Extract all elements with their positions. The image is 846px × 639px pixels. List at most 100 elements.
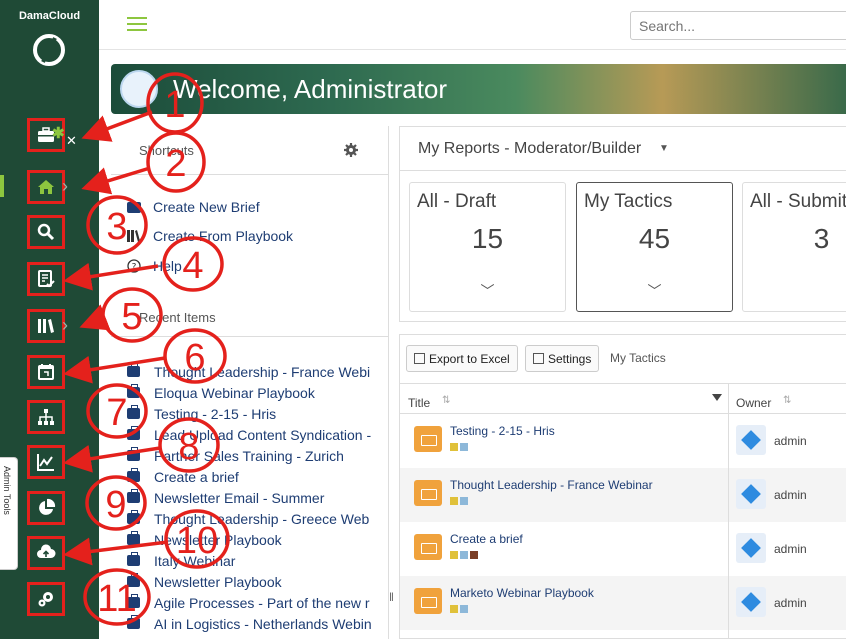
report-card-label: My Tactics bbox=[584, 191, 673, 212]
recent-item[interactable]: Create a brief bbox=[127, 467, 375, 486]
settings-button[interactable] bbox=[27, 582, 65, 616]
recent-item-label: Eloqua Webinar Playbook bbox=[154, 384, 315, 401]
column-header-owner[interactable]: Owner bbox=[736, 396, 771, 410]
report-card-value: 45 bbox=[638, 223, 671, 254]
brand-name: DamaCloud bbox=[18, 10, 81, 22]
view-name: My Tactics bbox=[610, 351, 666, 365]
brief-icon bbox=[127, 447, 140, 461]
search-input[interactable] bbox=[630, 11, 846, 40]
tactic-icon bbox=[414, 480, 442, 506]
chevron-down-icon[interactable]: ﹀ bbox=[410, 281, 565, 301]
owner-avatar-icon bbox=[736, 533, 766, 563]
gears-icon bbox=[38, 592, 53, 607]
brief-icon bbox=[127, 573, 140, 587]
close-icon[interactable]: ✕ bbox=[66, 133, 77, 149]
calendar-button[interactable] bbox=[27, 355, 65, 389]
report-card-label: All - Submit bbox=[750, 191, 846, 212]
active-indicator bbox=[0, 175, 4, 197]
recent-item[interactable]: Thought Leadership - Greece Web bbox=[127, 509, 375, 528]
brief-icon bbox=[127, 594, 140, 608]
pie-chart-icon bbox=[39, 498, 56, 515]
shortcut-help[interactable]: ? Help bbox=[127, 257, 182, 275]
shortcut-label: Help bbox=[153, 258, 182, 274]
new-star-icon: ✱ bbox=[52, 125, 65, 142]
table-row[interactable]: Thought Leadership - France Webinar admi… bbox=[400, 468, 846, 522]
recent-item[interactable]: Newsletter Playbook bbox=[127, 530, 375, 549]
sort-icon[interactable]: ⇅ bbox=[442, 395, 450, 406]
table-row[interactable]: Testing - 2-15 - Hris admin bbox=[400, 414, 846, 468]
recent-item[interactable]: Eloqua Webinar Playbook bbox=[127, 383, 375, 402]
home-button[interactable] bbox=[27, 170, 65, 204]
row-title[interactable]: Thought Leadership - France Webinar bbox=[450, 478, 653, 492]
welcome-banner: Welcome, Administrator bbox=[111, 64, 846, 114]
shortcuts-heading: Shortcuts bbox=[139, 143, 194, 158]
report-card-value: 15 bbox=[471, 223, 504, 254]
brief-icon bbox=[127, 489, 140, 503]
shortcut-create-from-playbook[interactable]: Create From Playbook bbox=[127, 227, 293, 245]
cloud-button[interactable] bbox=[27, 536, 65, 570]
shortcuts-panel: Shortcuts Create New Brief Create From P… bbox=[111, 126, 389, 639]
recent-item[interactable]: Newsletter Email - Summer bbox=[127, 488, 375, 507]
recent-item[interactable]: Newsletter Playbook bbox=[127, 572, 375, 591]
column-header-title[interactable]: Title bbox=[408, 396, 430, 410]
table-row[interactable]: Create a brief admin bbox=[400, 522, 846, 576]
brief-icon bbox=[127, 468, 140, 482]
filter-icon[interactable] bbox=[712, 394, 722, 401]
recent-item[interactable]: Lead Upload Content Syndication - bbox=[127, 425, 375, 444]
report-card[interactable]: All - Draft 15 ﹀ bbox=[409, 182, 566, 312]
recent-item[interactable]: Italy Webinar bbox=[127, 551, 375, 570]
sort-icon[interactable]: ⇅ bbox=[783, 395, 791, 406]
recent-item-label: Newsletter Playbook bbox=[154, 573, 282, 590]
recent-item-label: Lead Upload Content Syndication - bbox=[154, 426, 372, 443]
gear-icon[interactable] bbox=[343, 142, 359, 158]
analytics-button[interactable] bbox=[27, 445, 65, 479]
report-card[interactable]: All - Submit 3 bbox=[742, 182, 846, 312]
recent-item-label: Thought Leadership - France Webi bbox=[154, 363, 371, 380]
tactic-icon bbox=[414, 426, 442, 452]
checklist-icon bbox=[38, 270, 55, 288]
reports-button[interactable] bbox=[27, 491, 65, 525]
search-button[interactable] bbox=[27, 215, 65, 249]
row-title[interactable]: Marketo Webinar Playbook bbox=[450, 586, 594, 600]
status-tags bbox=[450, 443, 470, 451]
report-card-label: All - Draft bbox=[417, 191, 497, 212]
export-excel-button[interactable]: Export to Excel bbox=[406, 345, 518, 372]
shortcut-create-new-brief[interactable]: Create New Brief bbox=[127, 198, 260, 216]
welcome-title: Welcome, Administrator bbox=[173, 74, 448, 104]
top-bar bbox=[99, 0, 846, 50]
status-tags bbox=[450, 605, 470, 613]
recent-item[interactable]: Partner Sales Training - Zurich bbox=[127, 446, 375, 465]
recent-item[interactable]: Testing - 2-15 - Hris bbox=[127, 404, 375, 423]
chevron-right-icon: › bbox=[62, 176, 68, 196]
recent-item[interactable]: AI in Logistics - Netherlands Webin bbox=[127, 614, 375, 633]
recent-item[interactable]: Agile Processes - Part of the new r bbox=[127, 593, 375, 612]
recent-item[interactable]: Thought Leadership - France Webi bbox=[127, 362, 375, 381]
brief-icon bbox=[127, 384, 140, 398]
divider bbox=[400, 383, 846, 384]
brief-icon bbox=[127, 531, 140, 545]
damacloud-logo bbox=[33, 34, 65, 66]
settings-button[interactable]: Settings bbox=[525, 345, 600, 372]
recent-item-label: Thought Leadership - Greece Web bbox=[154, 510, 370, 527]
hierarchy-button[interactable] bbox=[27, 400, 65, 434]
tactic-icon bbox=[414, 534, 442, 560]
admin-tools-tab[interactable]: Admin Tools bbox=[0, 457, 18, 570]
report-card-selected[interactable]: My Tactics 45 ﹀ bbox=[576, 182, 733, 312]
approvals-button[interactable] bbox=[27, 262, 65, 296]
brief-icon bbox=[127, 510, 140, 524]
shortcut-label: Create From Playbook bbox=[153, 228, 294, 244]
row-title[interactable]: Testing - 2-15 - Hris bbox=[450, 424, 555, 438]
library-button[interactable] bbox=[27, 309, 65, 343]
chevron-down-icon[interactable]: ﹀ bbox=[577, 281, 732, 301]
recent-item-label: Testing - 2-15 - Hris bbox=[154, 405, 277, 422]
panel-splitter[interactable]: ‖ bbox=[389, 590, 394, 604]
row-title[interactable]: Create a brief bbox=[450, 532, 523, 546]
reports-title[interactable]: My Reports - Moderator/Builder bbox=[418, 140, 641, 158]
row-owner: admin bbox=[774, 596, 807, 610]
brief-icon bbox=[127, 615, 140, 629]
brief-icon bbox=[127, 405, 140, 419]
recent-item-label: Partner Sales Training - Zurich bbox=[154, 447, 344, 464]
hamburger-menu-icon[interactable] bbox=[127, 17, 147, 31]
caret-down-icon[interactable]: ▼ bbox=[659, 143, 669, 154]
table-row[interactable]: Marketo Webinar Playbook admin bbox=[400, 576, 846, 630]
